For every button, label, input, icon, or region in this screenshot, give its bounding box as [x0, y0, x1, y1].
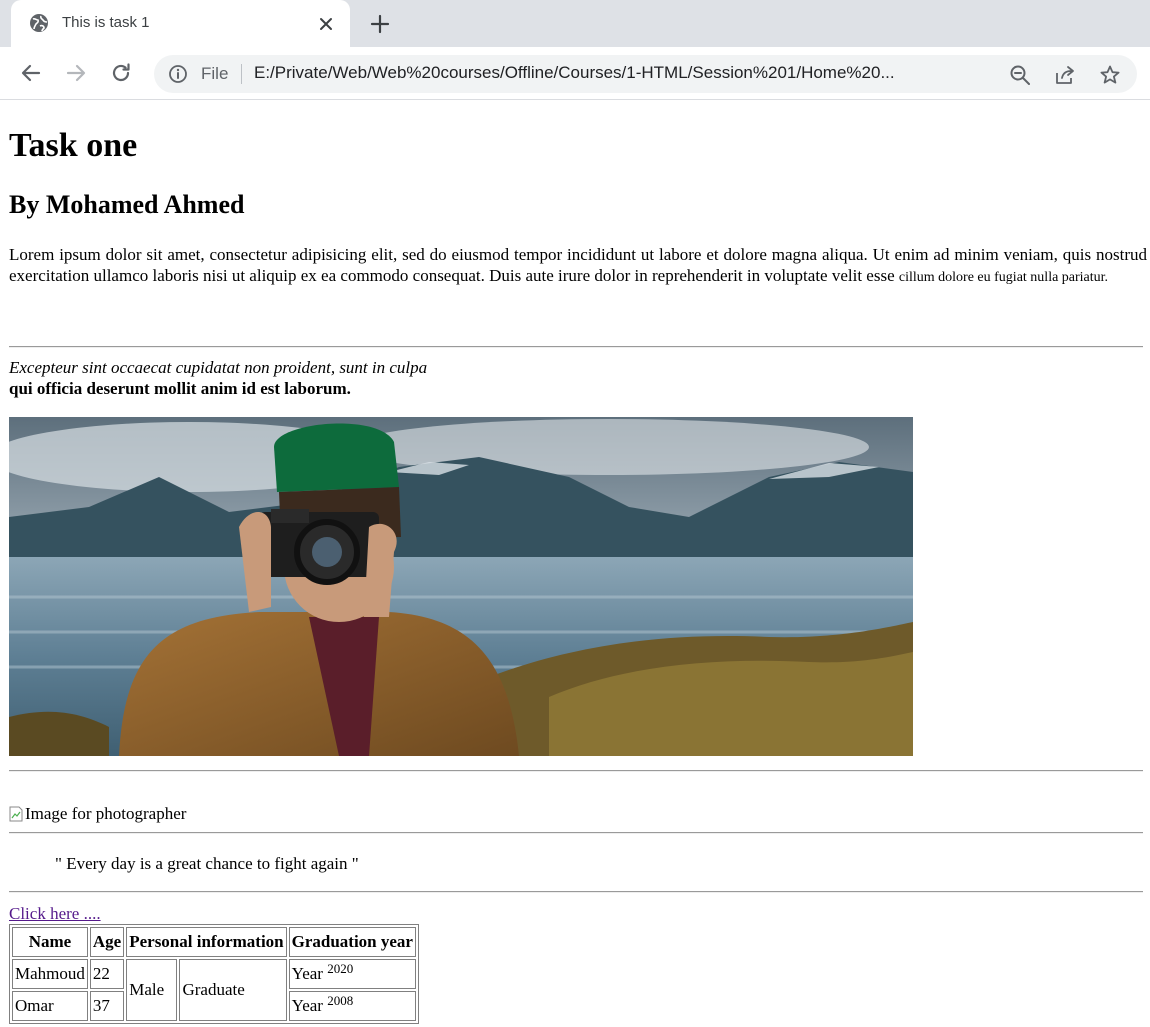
url-text[interactable]: E:/Private/Web/Web%20courses/Offline/Cou…: [254, 63, 994, 83]
globe-icon: [30, 14, 48, 32]
click-here-link[interactable]: Click here ....: [9, 903, 101, 924]
year-value: 2020: [327, 961, 354, 976]
omnibox-divider: [241, 64, 242, 84]
horizontal-rule: [9, 891, 1143, 893]
cell-name: Mahmoud: [12, 959, 88, 989]
header-graduation-year: Graduation year: [288, 927, 416, 957]
horizontal-rule: [9, 346, 1143, 348]
year-label: Year: [291, 996, 323, 1015]
scheme-label: File: [201, 64, 229, 83]
horizontal-rule: [9, 770, 1143, 772]
info-icon[interactable]: [168, 64, 188, 84]
zoom-out-icon[interactable]: [1009, 64, 1031, 86]
broken-image: Image for photographer: [9, 803, 186, 824]
address-bar[interactable]: File E:/Private/Web/Web%20courses/Offlin…: [154, 55, 1137, 93]
cell-age: 22: [89, 959, 125, 989]
table-header-row: Name Age Personal information Graduation…: [12, 927, 416, 957]
page-content: Task one By Mohamed Ahmed Lorem ipsum do…: [0, 100, 1150, 1027]
cell-gender: Male: [126, 959, 178, 1021]
broken-image-alt-text: Image for photographer: [25, 804, 187, 823]
header-age: Age: [89, 927, 125, 957]
cell-name: Omar: [12, 991, 88, 1021]
blockquote: " Every day is a great chance to fight a…: [55, 854, 359, 873]
cell-status: Graduate: [179, 959, 287, 1021]
reload-icon[interactable]: [109, 61, 133, 85]
cell-graduation-year: Year 2020: [288, 959, 416, 989]
plus-icon[interactable]: [369, 13, 391, 35]
header-name: Name: [12, 927, 88, 957]
star-icon[interactable]: [1099, 64, 1121, 86]
page-subtitle: By Mohamed Ahmed: [9, 190, 245, 219]
broken-image-icon: [9, 806, 23, 821]
header-personal-information: Personal information: [126, 927, 287, 957]
year-label: Year: [291, 964, 323, 983]
italic-text: Excepteur sint occaecat cupidatat non pr…: [9, 358, 428, 377]
tab-title: This is task 1: [62, 14, 150, 31]
year-value: 2008: [327, 993, 354, 1008]
browser-tab[interactable]: This is task 1: [11, 0, 350, 47]
tab-strip: This is task 1: [0, 0, 1150, 47]
cell-age: 37: [89, 991, 125, 1021]
bold-text: qui officia deserunt mollit anim id est …: [9, 379, 351, 398]
lorem-small-text: cillum dolore eu fugiat nulla pariatur.: [898, 270, 1109, 285]
photographer-photo: [9, 417, 913, 756]
cell-graduation-year: Year 2008: [288, 991, 416, 1021]
share-icon[interactable]: [1054, 64, 1076, 86]
lorem-paragraph: Lorem ipsum dolor sit amet, consectetur …: [9, 244, 1147, 288]
forward-arrow-icon[interactable]: [64, 61, 88, 85]
browser-toolbar: File E:/Private/Web/Web%20courses/Offlin…: [0, 47, 1150, 100]
table-row: Mahmoud 22 Male Graduate Year 2020: [12, 959, 416, 1021]
info-table: Name Age Personal information Graduation…: [9, 924, 419, 1024]
close-icon[interactable]: [316, 14, 336, 34]
horizontal-rule: [9, 832, 1143, 834]
page-title: Task one: [9, 127, 138, 164]
back-arrow-icon[interactable]: [19, 61, 43, 85]
